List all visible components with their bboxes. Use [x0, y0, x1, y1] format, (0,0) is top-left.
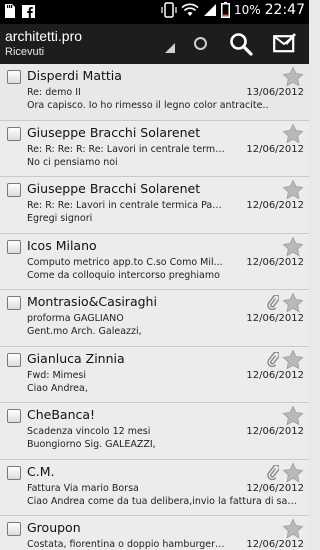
- message-subject: Costata, fiorentina o doppio hamburger d…: [27, 539, 227, 550]
- message-row[interactable]: C.M. Fattura Via mario Borsa Ciao Andrea c…: [0, 459, 309, 516]
- star-icon[interactable]: [282, 518, 304, 540]
- select-checkbox[interactable]: [7, 183, 21, 197]
- search-icon[interactable]: [229, 32, 253, 56]
- message-snippet: Ciao Andrea come da tua delibera,invio l…: [27, 495, 297, 507]
- message-subject: Computo metrico app.to C.so Como Mil...: [27, 256, 223, 268]
- message-row[interactable]: Giuseppe Bracchi Solarenet Re: R: Re: R: …: [0, 120, 309, 177]
- message-sender: Gianluca Zinnia: [27, 350, 125, 366]
- select-checkbox[interactable]: [7, 126, 21, 141]
- star-icon[interactable]: [282, 236, 304, 258]
- folder-dropdown-icon[interactable]: [165, 43, 175, 53]
- message-date: 12/06/2012: [246, 143, 304, 155]
- message-date: 12/06/2012: [246, 482, 304, 494]
- star-icon[interactable]: [282, 179, 304, 201]
- select-checkbox[interactable]: [7, 522, 21, 536]
- message-snippet: Egregi signori: [27, 213, 93, 224]
- message-sender: Giuseppe Bracchi Solarenet: [27, 124, 201, 140]
- message-snippet: Buongiorno Sig. GALEAZZI,: [27, 439, 156, 450]
- message-row[interactable]: Gianluca Zinnia Fwd: Mimesi Ciao Andrea, 12…: [0, 346, 309, 403]
- message-snippet: Ciao Andrea,: [27, 382, 88, 394]
- select-checkbox[interactable]: [7, 239, 21, 254]
- message-snippet: Gent.mo Arch. Galeazzi,: [27, 326, 142, 337]
- folder-name[interactable]: Ricevuti: [5, 46, 44, 58]
- message-sender: Disperdi Mattia: [27, 68, 122, 83]
- message-subject: Re: demo II: [27, 87, 81, 98]
- select-checkbox[interactable]: [7, 296, 21, 310]
- message-sender: Icos Milano: [27, 237, 97, 253]
- star-icon[interactable]: [282, 405, 304, 427]
- select-checkbox[interactable]: [7, 70, 21, 84]
- message-subject: Scadenza vincolo 12 mesi: [27, 426, 151, 437]
- message-row[interactable]: Groupon Costata, fiorentina o doppio hamb…: [0, 516, 309, 550]
- account-title[interactable]: architetti.pro: [5, 28, 82, 44]
- star-icon[interactable]: [282, 123, 304, 145]
- message-row[interactable]: Icos Milano Computo metrico app.to C.so C…: [0, 233, 309, 290]
- compose-icon[interactable]: [273, 33, 297, 53]
- action-bar: architetti.pro Ricevuti: [0, 24, 309, 64]
- select-checkbox[interactable]: [7, 465, 21, 480]
- message-date: 12/06/2012: [246, 369, 304, 381]
- facebook-icon: [22, 4, 35, 18]
- star-icon[interactable]: [282, 66, 304, 88]
- message-subject: Fwd: Mimesi: [27, 369, 87, 381]
- message-date: 12/06/2012: [246, 426, 304, 437]
- vibrate-icon: [161, 2, 177, 18]
- message-date: 12/06/2012: [246, 313, 304, 324]
- message-sender: Giuseppe Bracchi Solarenet: [27, 181, 201, 196]
- wifi-icon: [181, 3, 199, 17]
- message-date: 12/06/2012: [246, 539, 304, 550]
- select-checkbox[interactable]: [7, 409, 21, 423]
- message-subject: Fattura Via mario Borsa: [27, 482, 139, 494]
- status-bar: 10% 22:47: [0, 0, 309, 24]
- signal-icon: [203, 3, 217, 17]
- star-icon[interactable]: [282, 349, 304, 371]
- sync-progress-icon: [194, 37, 207, 50]
- message-date: 13/06/2012: [246, 87, 304, 98]
- message-row[interactable]: Giuseppe Bracchi Solarenet Re: R: Re: Lav…: [0, 177, 309, 234]
- message-subject: Re: R: Re: R: Re: Lavori in centrale ter…: [27, 143, 227, 155]
- message-subject: Re: R: Re: Lavori in centrale termica Pa…: [27, 200, 227, 211]
- attachment-icon: [267, 294, 280, 311]
- message-snippet: Come da colloquio intercorso preghiamo: [27, 269, 220, 281]
- message-list[interactable]: Disperdi Mattia Re: demo II Ora capisco. I…: [0, 64, 309, 550]
- message-sender: CheBanca!: [27, 407, 96, 422]
- message-sender: Montrasio&Casiraghi: [27, 294, 157, 309]
- select-checkbox[interactable]: [7, 352, 21, 367]
- message-row[interactable]: Disperdi Mattia Re: demo II Ora capisco. I…: [0, 64, 309, 121]
- star-icon[interactable]: [282, 292, 304, 314]
- message-row[interactable]: CheBanca! Scadenza vincolo 12 mesi Buongio…: [0, 403, 309, 460]
- battery-percent: 10%: [233, 3, 261, 17]
- message-date: 12/06/2012: [246, 200, 304, 211]
- battery-icon: [220, 2, 230, 18]
- message-snippet: Ora capisco. Io ho rimesso il legno colo…: [27, 100, 269, 111]
- message-row[interactable]: Montrasio&Casiraghi proforma GAGLIANO Gent…: [0, 290, 309, 347]
- message-sender: C.M.: [27, 463, 55, 479]
- star-icon[interactable]: [282, 462, 304, 484]
- message-subject: proforma GAGLIANO: [27, 313, 124, 324]
- message-date: 12/06/2012: [246, 256, 304, 268]
- notification-sd-icon: [4, 4, 16, 18]
- attachment-icon: [267, 463, 280, 480]
- attachment-icon: [267, 350, 280, 367]
- message-sender: Groupon: [27, 520, 81, 535]
- message-snippet: No ci pensiamo noi: [27, 156, 118, 168]
- clock: 22:47: [264, 2, 305, 18]
